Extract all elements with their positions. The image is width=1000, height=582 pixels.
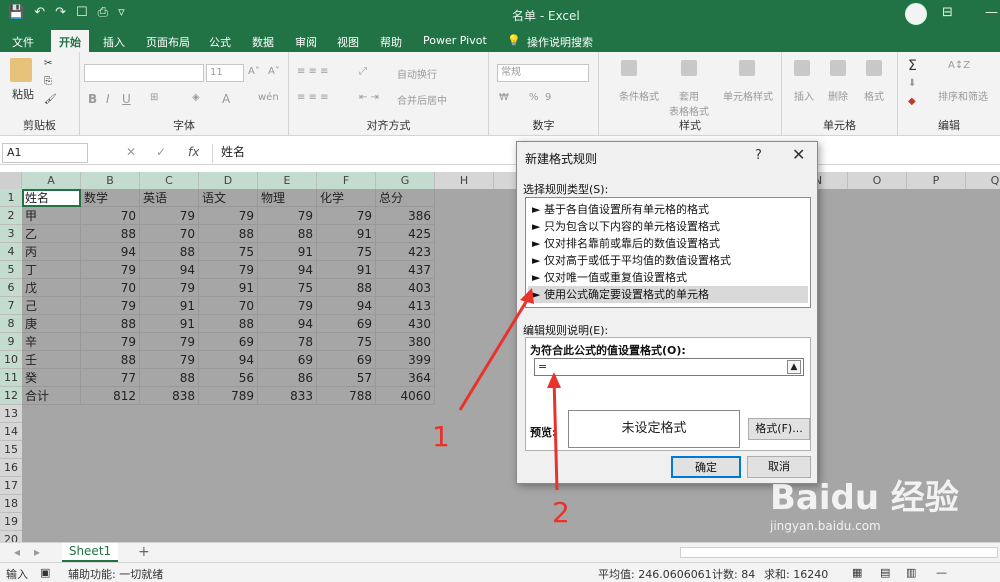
annotation-arrow-1 (458, 291, 534, 411)
annotation-label-1: 1 (432, 420, 450, 453)
annotation-arrowhead-1 (520, 288, 534, 304)
annotation-arrow-2 (552, 377, 559, 491)
annotation-arrowhead-2 (547, 372, 561, 388)
watermark-brand: Baidu 经验 (770, 478, 959, 518)
baidu-watermark: Baidu 经验 jingyan.baidu.com (770, 470, 1000, 560)
annotation-label-2: 2 (552, 496, 570, 529)
watermark-url: jingyan.baidu.com (770, 519, 881, 533)
